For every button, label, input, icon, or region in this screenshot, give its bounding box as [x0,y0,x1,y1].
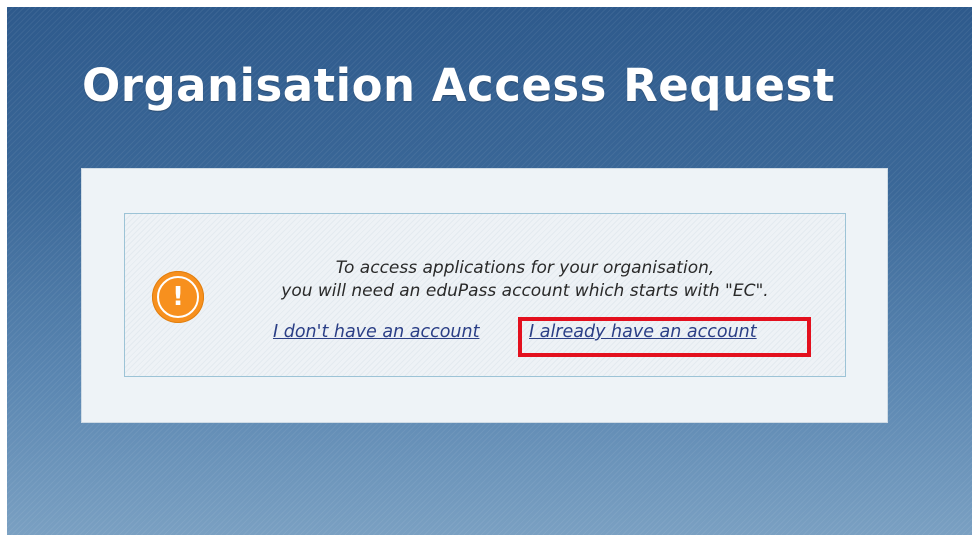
already-have-account-link[interactable]: I already have an account [529,322,757,342]
notice-box: ! To access applications for your organi… [124,213,846,377]
notice-message: To access applications for your organisa… [225,257,825,303]
page-background: Organisation Access Request ! To access … [7,7,972,535]
access-request-panel: ! To access applications for your organi… [81,168,888,423]
notice-line-1: To access applications for your organisa… [335,258,715,278]
notice-line-2: you will need an eduPass account which s… [281,281,769,301]
no-account-link[interactable]: I don't have an account [273,322,479,342]
page-title: Organisation Access Request [82,59,835,112]
warning-icon: ! [152,271,204,323]
